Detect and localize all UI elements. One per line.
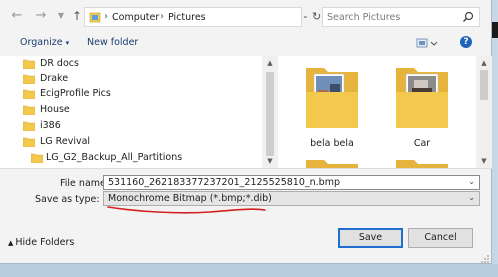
nav-item-lg-revival[interactable]: LG Revival	[0, 134, 262, 150]
photo-folder-icon	[306, 68, 358, 128]
background-window-fragment	[492, 22, 498, 38]
search-input[interactable]: Search Pictures	[322, 7, 480, 27]
recent-locations-chevron-icon[interactable]: ▼	[54, 9, 68, 23]
nav-item-label: LG Revival	[40, 136, 91, 147]
pane-divider	[0, 168, 492, 169]
nav-item-label: DR docs	[40, 58, 79, 69]
organize-label: Organize	[20, 37, 63, 48]
chevron-down-icon: ▾	[65, 39, 70, 47]
folder-tile-bela-bela[interactable]: bela bela	[292, 56, 372, 168]
breadcrumb-separator-icon: ›	[104, 11, 108, 22]
folder-icon	[23, 105, 35, 115]
nav-item-lg-g2-backup[interactable]: LG_G2_Backup_All_Partitions	[0, 150, 262, 166]
search-placeholder: Search Pictures	[327, 12, 401, 23]
refresh-icon[interactable]: ↻	[312, 10, 321, 23]
folder-icon	[396, 160, 448, 168]
nav-pane-scrollbar[interactable]: ▲ ▼	[262, 56, 278, 168]
nav-item-i386[interactable]: i386	[0, 118, 262, 134]
file-list-scrollbar[interactable]: ▲ ▼	[476, 56, 492, 168]
scrollbar-thumb[interactable]	[266, 72, 274, 156]
folder-icon	[23, 137, 35, 147]
nav-item-house[interactable]: House	[0, 102, 262, 118]
pictures-folder-icon	[89, 12, 101, 23]
up-arrow-icon[interactable]: ↑	[70, 9, 84, 23]
nav-item-ecigprofile-pics[interactable]: EcigProfile Pics	[0, 86, 262, 102]
nav-item-label: Drake	[40, 73, 69, 84]
nav-item-label: LG_G2_Backup_All_Partitions	[46, 152, 183, 163]
cancel-button[interactable]: Cancel	[408, 228, 473, 248]
desktop-background	[0, 264, 498, 277]
file-list-pane: bela bela Car	[278, 56, 492, 168]
new-folder-button[interactable]: New folder	[87, 37, 138, 48]
help-icon[interactable]: ?	[460, 36, 472, 48]
folder-icon	[23, 74, 35, 84]
scroll-up-icon[interactable]: ▲	[262, 56, 278, 70]
scrollbar-thumb[interactable]	[480, 70, 488, 100]
folder-tile-label: Car	[413, 138, 431, 149]
background-window-edge	[492, 0, 498, 277]
filename-input[interactable]: 531160_262183377237201_2125525810_n.bmp …	[103, 175, 480, 190]
command-bar: Organize ▾ New folder ?	[0, 32, 492, 56]
breadcrumb-separator-icon: ›	[160, 11, 164, 22]
hide-folders-label: Hide Folders	[15, 237, 75, 248]
change-view-icon[interactable]	[416, 37, 438, 49]
folder-icon	[23, 89, 35, 99]
folder-tile-car[interactable]: Car	[382, 56, 462, 168]
scroll-down-icon[interactable]: ▼	[476, 154, 492, 168]
scroll-down-icon[interactable]: ▼	[262, 154, 278, 168]
folder-tile[interactable]	[292, 154, 372, 168]
folder-icon	[306, 160, 358, 168]
forward-arrow-icon[interactable]: →	[34, 9, 48, 23]
address-bar[interactable]: › Computer › Pictures	[84, 7, 302, 27]
save-button[interactable]: Save	[338, 228, 403, 248]
nav-item-drake[interactable]: Drake	[0, 71, 262, 87]
photo-folder-icon	[396, 68, 448, 128]
nav-item-label: House	[40, 104, 70, 115]
nav-item-label: EcigProfile Pics	[40, 88, 111, 99]
folder-icon	[23, 59, 35, 69]
breadcrumb-pictures[interactable]: Pictures	[168, 12, 206, 23]
search-icon[interactable]	[462, 11, 474, 23]
chevron-up-icon: ▲	[8, 239, 14, 247]
scroll-up-icon[interactable]: ▲	[476, 56, 492, 70]
folder-tile-label: bela bela	[310, 138, 354, 149]
filename-label: File name:	[60, 178, 110, 189]
hide-folders-button[interactable]: ▲ Hide Folders	[8, 237, 74, 248]
red-annotation-underline	[107, 206, 266, 214]
address-row: ← → ▼ ↑ › Computer › Pictures ⌄ ↻ Search…	[0, 5, 492, 29]
navigation-pane: DR docs Drake EcigProfile Pics House i38…	[0, 56, 278, 168]
save-as-type-label: Save as type:	[35, 194, 100, 205]
save-as-dialog: ← → ▼ ↑ › Computer › Pictures ⌄ ↻ Search…	[0, 0, 492, 264]
chevron-down-icon[interactable]: ⌄	[468, 177, 475, 186]
filename-value: 531160_262183377237201_2125525810_n.bmp	[108, 177, 340, 188]
address-dropdown-icon[interactable]: ⌄	[302, 11, 309, 20]
breadcrumb-computer[interactable]: Computer	[112, 12, 159, 23]
back-arrow-icon[interactable]: ←	[10, 9, 24, 23]
folder-tile[interactable]	[382, 154, 462, 168]
organize-button[interactable]: Organize ▾	[20, 37, 69, 48]
nav-item-dr-docs[interactable]: DR docs	[0, 56, 262, 72]
folder-icon	[23, 121, 35, 131]
nav-item-label: i386	[40, 120, 61, 131]
folder-icon	[31, 153, 43, 163]
resize-grip-icon[interactable]	[480, 254, 490, 264]
chevron-down-icon[interactable]: ⌄	[468, 193, 475, 202]
